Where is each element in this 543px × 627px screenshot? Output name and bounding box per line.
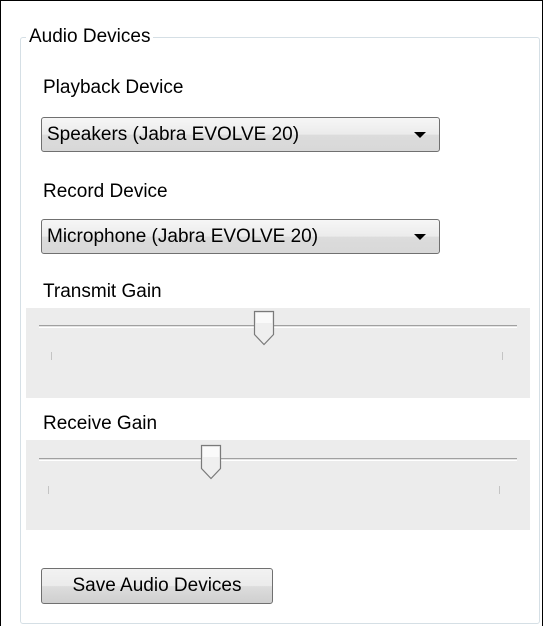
save-audio-devices-button[interactable]: Save Audio Devices (41, 568, 273, 604)
transmit-gain-label: Transmit Gain (43, 281, 162, 302)
record-device-dropdown[interactable]: Microphone (Jabra EVOLVE 20) (41, 219, 440, 254)
playback-device-label: Playback Device (43, 77, 184, 98)
record-device-value: Microphone (Jabra EVOLVE 20) (47, 226, 319, 247)
chevron-down-icon (414, 234, 426, 240)
receive-gain-track[interactable] (39, 458, 517, 461)
receive-gain-slider-thumb[interactable] (200, 444, 222, 480)
transmit-gain-slider-thumb[interactable] (253, 310, 275, 346)
receive-gain-panel (26, 440, 530, 530)
playback-device-dropdown[interactable]: Speakers (Jabra EVOLVE 20) (41, 117, 440, 152)
slider-tick-min (48, 486, 49, 494)
receive-gain-label: Receive Gain (43, 413, 158, 434)
slider-tick-min (51, 352, 52, 360)
transmit-gain-track[interactable] (39, 325, 517, 328)
slider-tick-max (502, 352, 503, 360)
slider-tick-max (499, 486, 500, 494)
chevron-down-icon (414, 132, 426, 138)
record-device-label: Record Device (43, 181, 168, 202)
group-title: Audio Devices (26, 24, 154, 50)
playback-device-value: Speakers (Jabra EVOLVE 20) (47, 124, 300, 145)
transmit-gain-panel (26, 308, 530, 398)
